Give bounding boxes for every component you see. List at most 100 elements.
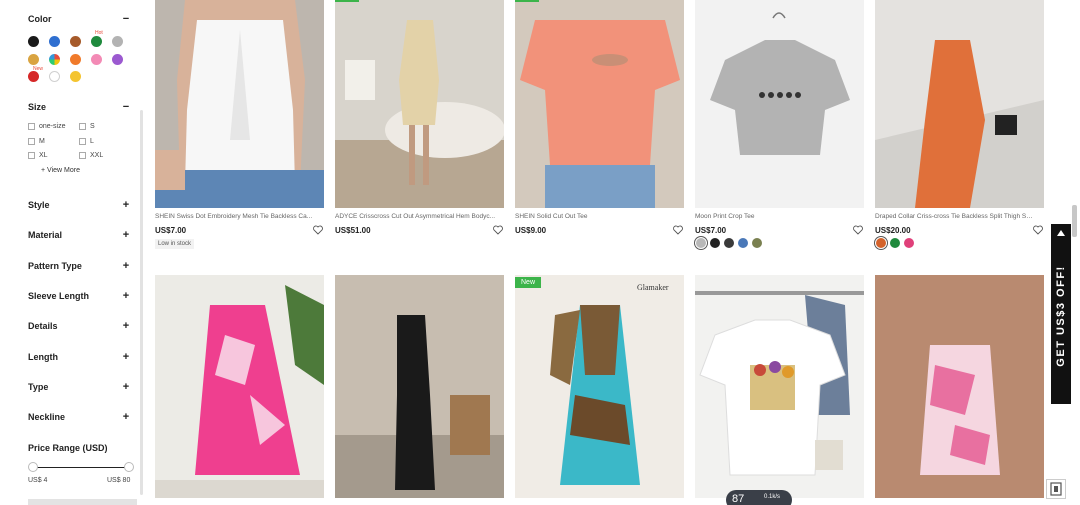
color-swatch-orange[interactable]: [70, 54, 81, 65]
network-speed-widget[interactable]: 87 0.1k/s: [726, 490, 792, 505]
product-image[interactable]: [515, 0, 684, 208]
color-swatch-purple[interactable]: [112, 54, 123, 65]
color-swatch-brown[interactable]: [70, 36, 81, 47]
expand-icon[interactable]: +: [121, 382, 131, 393]
color-swatch-red[interactable]: [28, 71, 39, 82]
size-label: S: [90, 123, 95, 130]
product-price: US$20.00: [875, 226, 911, 235]
product-title[interactable]: Moon Print Crop Tee: [695, 213, 855, 220]
color-collapse-icon[interactable]: −: [121, 14, 131, 25]
product-image[interactable]: [155, 275, 324, 498]
badge-strip: [515, 0, 539, 2]
wishlist-heart-icon[interactable]: [673, 225, 683, 235]
apply-filter-button[interactable]: [28, 499, 137, 505]
wishlist-heart-icon[interactable]: [313, 225, 323, 235]
color-swatch-pink[interactable]: [91, 54, 102, 65]
size-filter-title[interactable]: Size: [28, 102, 46, 112]
sidebar-scrollbar[interactable]: [140, 110, 143, 495]
details-filter-title[interactable]: Details: [28, 321, 58, 331]
color-option[interactable]: [710, 238, 720, 248]
product-image[interactable]: [875, 0, 1044, 208]
size-label: L: [90, 138, 94, 145]
color-swatch-white[interactable]: [49, 71, 60, 82]
color-option[interactable]: [696, 238, 706, 248]
expand-icon[interactable]: +: [121, 200, 131, 211]
price-max-handle[interactable]: [124, 462, 134, 472]
color-option[interactable]: [738, 238, 748, 248]
length-filter-title[interactable]: Length: [28, 352, 58, 362]
color-option[interactable]: [876, 238, 886, 248]
size-option[interactable]: M: [28, 138, 45, 145]
size-option[interactable]: XL: [28, 152, 48, 159]
pattern-type-filter-title[interactable]: Pattern Type: [28, 261, 82, 271]
price-min-value: US$ 4: [28, 477, 48, 484]
expand-icon[interactable]: +: [121, 352, 131, 363]
speed-number: 87: [732, 493, 745, 505]
price-range-title: Price Range (USD): [28, 443, 108, 453]
badge-strip: [335, 0, 359, 2]
size-option[interactable]: S: [79, 123, 95, 130]
product-title[interactable]: ADYCE Crisscross Cut Out Asymmetrical He…: [335, 213, 495, 220]
color-option[interactable]: [890, 238, 900, 248]
wishlist-heart-icon[interactable]: [1033, 225, 1043, 235]
wishlist-heart-icon[interactable]: [853, 225, 863, 235]
size-option[interactable]: L: [79, 138, 94, 145]
expand-icon[interactable]: +: [121, 291, 131, 302]
size-label: one-size: [39, 123, 66, 130]
product-price: US$51.00: [335, 226, 371, 235]
page-scrollbar[interactable]: [1072, 205, 1077, 237]
size-label: M: [39, 138, 45, 145]
product-price: US$7.00: [695, 226, 727, 235]
checkbox[interactable]: [79, 138, 86, 145]
material-filter-title[interactable]: Material: [28, 230, 62, 240]
product-image[interactable]: [335, 275, 504, 498]
product-title[interactable]: Draped Collar Criss-cross Tie Backless S…: [875, 213, 1035, 220]
size-option[interactable]: one-size: [28, 123, 65, 130]
product-image[interactable]: [335, 0, 504, 208]
expand-icon[interactable]: +: [121, 321, 131, 332]
color-swatch-grey[interactable]: [112, 36, 123, 47]
view-more-sizes-link[interactable]: + View More: [41, 167, 80, 174]
speed-rate: 0.1k/s: [764, 494, 781, 500]
low-stock-badge: Low in stock: [155, 239, 195, 249]
product-image[interactable]: [155, 0, 324, 208]
price-max-value: US$ 80: [107, 477, 131, 484]
product-image[interactable]: [875, 275, 1044, 498]
product-image[interactable]: [695, 0, 864, 208]
wishlist-heart-icon[interactable]: [493, 225, 503, 235]
product-title[interactable]: SHEIN Solid Cut Out Tee: [515, 213, 675, 220]
color-swatch-green[interactable]: [91, 36, 102, 47]
color-option[interactable]: [752, 238, 762, 248]
checkbox[interactable]: [79, 152, 86, 159]
compare-icon[interactable]: [1046, 479, 1066, 499]
color-swatch-blue[interactable]: [49, 36, 60, 47]
size-collapse-icon[interactable]: −: [121, 102, 131, 113]
color-option[interactable]: [724, 238, 734, 248]
product-title[interactable]: SHEIN Swiss Dot Embroidery Mesh Tie Back…: [155, 213, 315, 220]
type-filter-title[interactable]: Type: [28, 382, 48, 392]
size-option[interactable]: XXL: [79, 152, 103, 159]
checkbox[interactable]: [28, 152, 35, 159]
neckline-filter-title[interactable]: Neckline: [28, 412, 65, 422]
color-option[interactable]: [904, 238, 914, 248]
expand-icon[interactable]: +: [121, 230, 131, 241]
color-swatch-black[interactable]: [28, 36, 39, 47]
expand-icon[interactable]: +: [121, 261, 131, 272]
checkbox[interactable]: [79, 123, 86, 130]
style-filter-title[interactable]: Style: [28, 200, 50, 210]
color-swatch-multicolor[interactable]: [49, 54, 60, 65]
sleeve-length-filter-title[interactable]: Sleeve Length: [28, 291, 89, 301]
color-swatch-khaki[interactable]: [28, 54, 39, 65]
color-filter-title[interactable]: Color: [28, 14, 52, 24]
promo-coupon-tab[interactable]: GET US$3 OFF!: [1051, 224, 1071, 404]
product-image[interactable]: [695, 275, 864, 498]
product-price: US$9.00: [515, 226, 547, 235]
color-swatch-yellow[interactable]: [70, 71, 81, 82]
size-label: XXL: [90, 152, 104, 159]
checkbox[interactable]: [28, 138, 35, 145]
product-image[interactable]: New Glamaker: [515, 275, 684, 498]
expand-icon[interactable]: +: [121, 412, 131, 423]
price-range-track[interactable]: [32, 467, 129, 468]
checkbox[interactable]: [28, 123, 35, 130]
price-min-handle[interactable]: [28, 462, 38, 472]
